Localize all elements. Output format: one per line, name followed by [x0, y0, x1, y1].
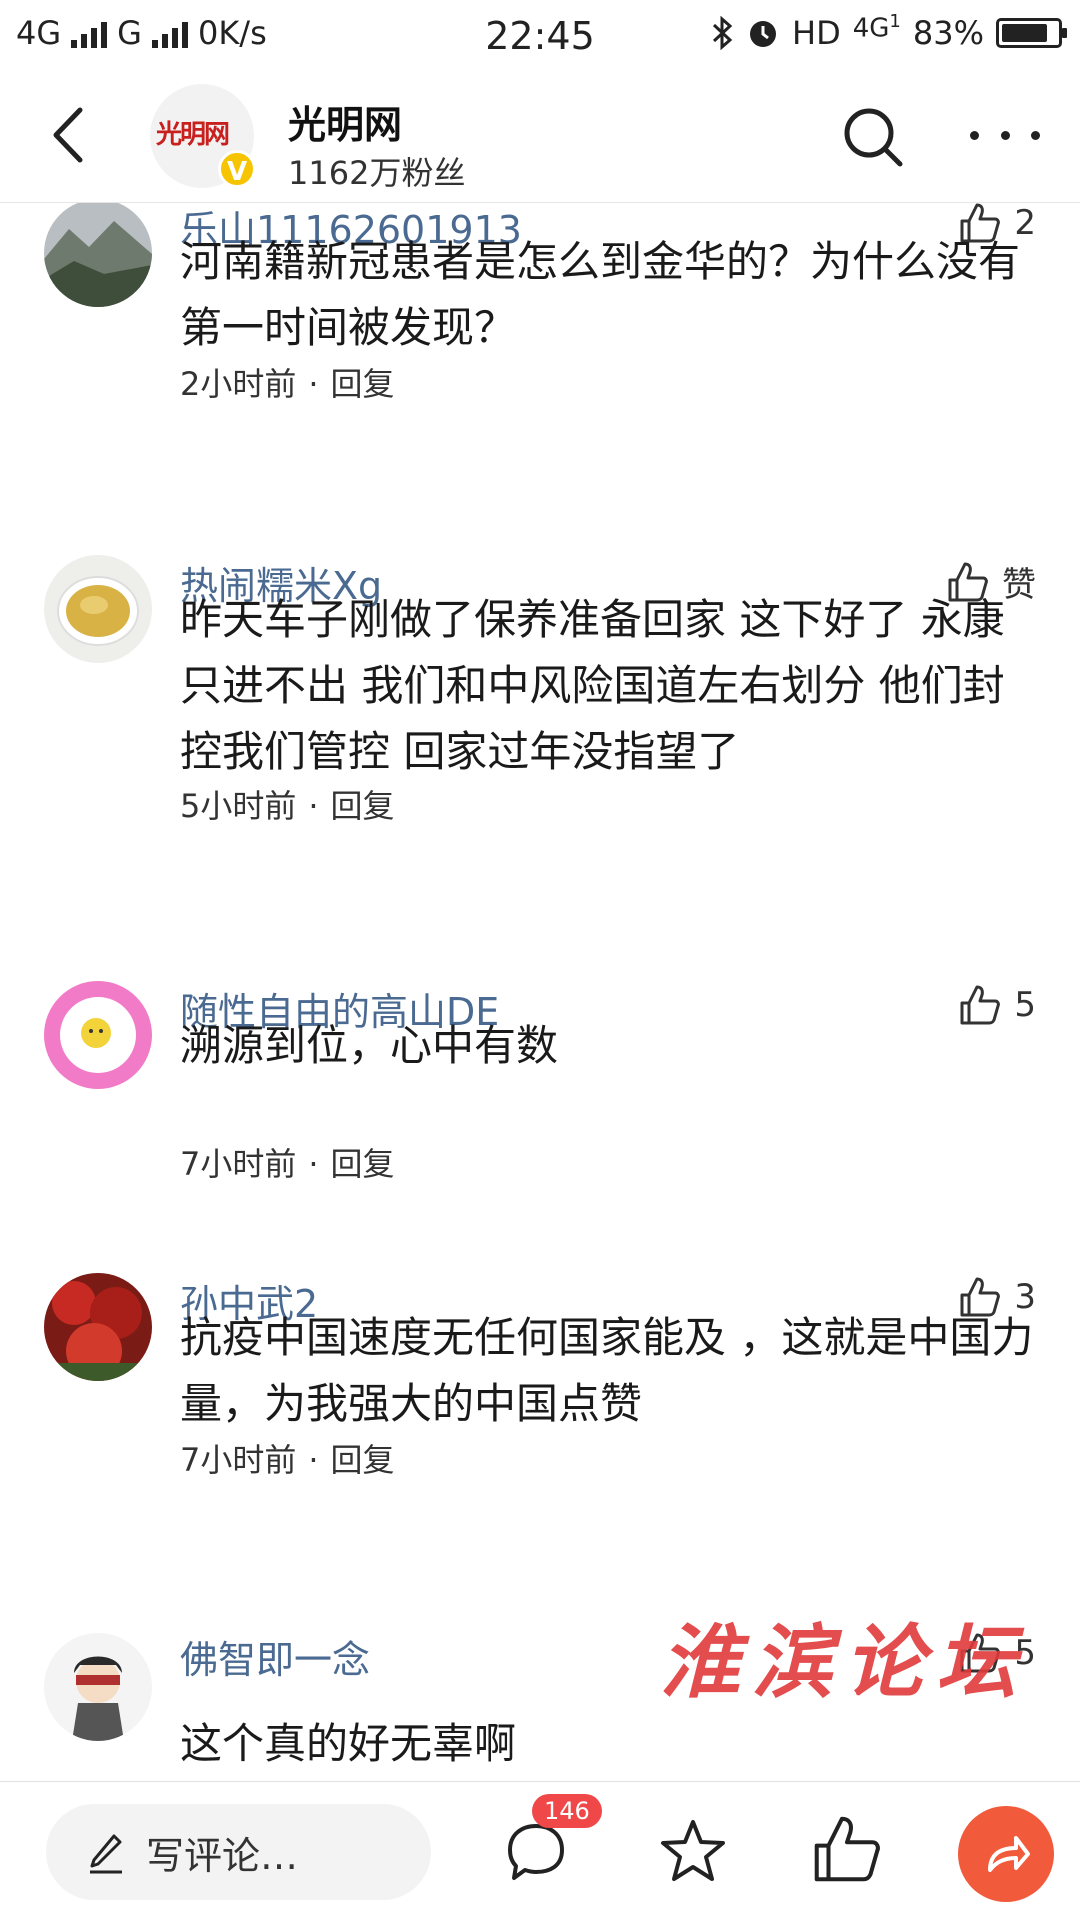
watermark: 淮滨论坛: [660, 1615, 1028, 1709]
reply-link[interactable]: 回复: [331, 1441, 395, 1479]
bottom-action-bar: 写评论… 146: [0, 1781, 1080, 1921]
red-leaves-avatar[interactable]: [44, 1273, 152, 1381]
reply-link[interactable]: 回复: [331, 787, 395, 825]
write-comment-input[interactable]: 写评论…: [46, 1804, 431, 1900]
egg-avatar[interactable]: [44, 981, 152, 1089]
comment-meta: 5小时前 · 回复: [180, 787, 395, 825]
comment-time: 7小时前: [180, 1441, 297, 1479]
input-placeholder: 写评论…: [146, 1833, 299, 1878]
fans-count: 1162万粉丝: [288, 154, 466, 192]
more-icon: [970, 130, 979, 140]
comment-meta: 7小时前 · 回复: [180, 1441, 395, 1479]
mountain-avatar[interactable]: [44, 203, 152, 307]
alarm-icon: [750, 21, 777, 47]
comment-text: 这个真的好无辜啊: [180, 1719, 517, 1768]
comment-time: 5小时前: [180, 787, 297, 825]
comment-text: 河南籍新冠患者是怎么到金华的？为什么没有第一时间被发现？: [180, 237, 1021, 352]
battery-icon: [996, 18, 1067, 48]
star-icon: [661, 1820, 725, 1881]
back-button[interactable]: [36, 100, 106, 170]
comment-list: 乐山11162601913 2 河南籍新冠患者是怎么到金华的？为什么没有第一时间…: [0, 203, 1080, 1781]
comment-text: 抗疫中国速度无任何国家能及 ，这就是中国力量，为我强大的中国点赞: [180, 1313, 1034, 1428]
favorite-button[interactable]: [656, 1814, 730, 1888]
pen-icon: [90, 1834, 122, 1874]
account-header: 光明网 V 光明网 1162万粉丝: [0, 72, 1080, 203]
guangming-logo: 光明网: [156, 120, 230, 150]
comment-meta: 2小时前 · 回复: [180, 365, 395, 403]
comment-meta: 7小时前 · 回复: [180, 1145, 395, 1183]
comment-username[interactable]: 佛智即一念: [180, 1629, 370, 1684]
comment-time: 7小时前: [180, 1145, 297, 1183]
search-button[interactable]: [838, 102, 908, 172]
account-name[interactable]: 光明网: [288, 94, 402, 149]
network-label-4g-2: 4G1: [852, 10, 901, 44]
tea-cup-avatar[interactable]: [44, 555, 152, 663]
comment-text: 溯源到位，心中有数: [180, 1021, 559, 1070]
comment-count-badge: 146: [532, 1794, 602, 1828]
chevron-left-icon: [53, 107, 83, 163]
battery-percent: 83%: [912, 14, 984, 52]
account-avatar[interactable]: 光明网 V: [150, 84, 256, 188]
share-button[interactable]: [958, 1806, 1054, 1902]
bluetooth-icon: [712, 16, 733, 50]
comment-text: 昨天车子刚做了保养准备回家 这下好了 永康只进不出 我们和中风险国道左右划分 他…: [180, 595, 1005, 776]
verified-badge: V: [218, 150, 256, 188]
status-bar: 4G G 0K/s 22:45 HD 4G1 83%: [0, 0, 1080, 72]
cartoon-figure-avatar[interactable]: [44, 1633, 152, 1741]
like-article-button[interactable]: [810, 1812, 884, 1886]
reply-link[interactable]: 回复: [331, 1145, 395, 1183]
share-icon: [988, 1836, 1030, 1872]
search-icon: [844, 108, 903, 167]
reply-link[interactable]: 回复: [331, 365, 395, 403]
more-button[interactable]: [970, 120, 1040, 150]
thumbs-up-icon: [814, 1816, 880, 1882]
status-right: HD 4G1 83%: [712, 10, 1067, 52]
comment-time: 2小时前: [180, 365, 297, 403]
hd-label: HD: [792, 14, 841, 52]
